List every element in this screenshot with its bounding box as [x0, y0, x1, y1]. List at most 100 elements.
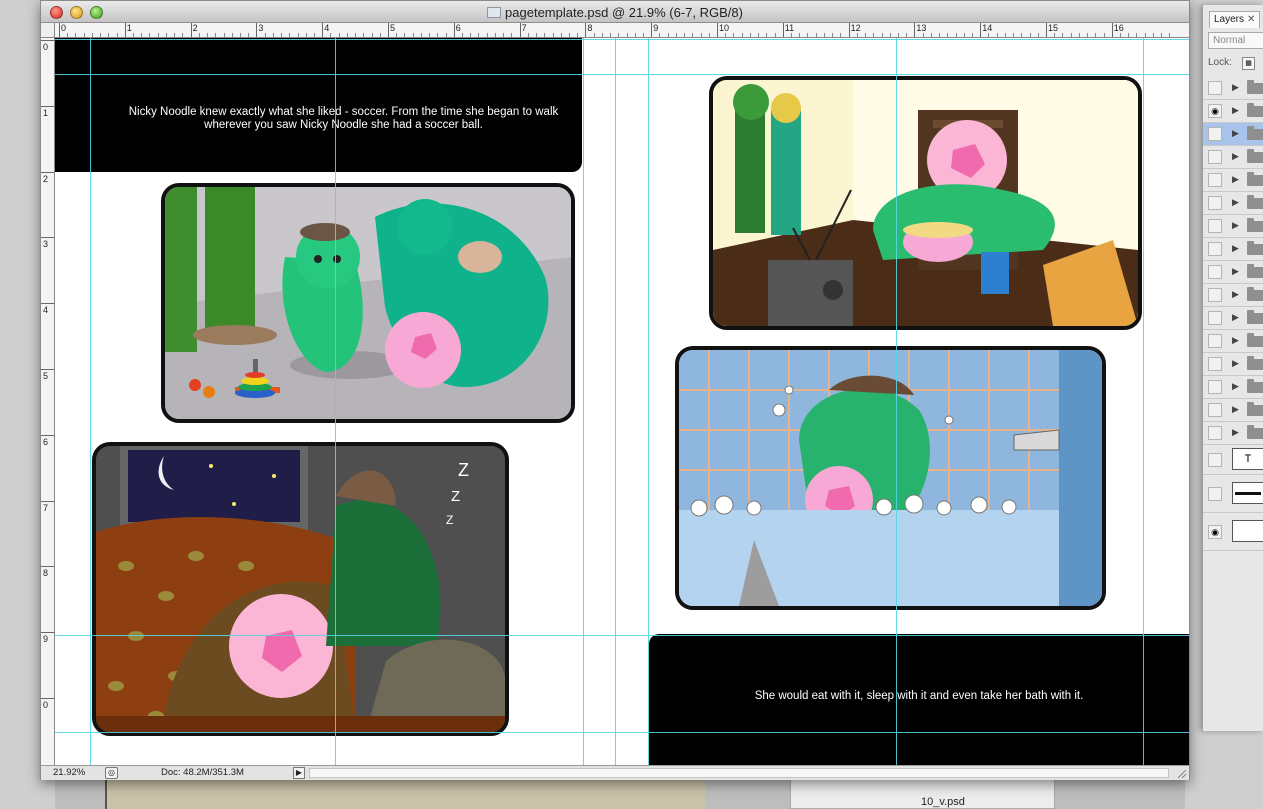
eye-icon[interactable]: ◉: [1208, 525, 1222, 539]
visibility-toggle[interactable]: [1208, 265, 1222, 279]
layer-group-row[interactable]: ▶: [1203, 399, 1263, 422]
disclosure-triangle-icon[interactable]: ▶: [1232, 243, 1239, 254]
visibility-toggle[interactable]: [1208, 487, 1222, 501]
disclosure-triangle-icon[interactable]: ▶: [1232, 358, 1239, 369]
guide-line[interactable]: [55, 74, 1189, 75]
guide-line[interactable]: [1143, 38, 1144, 765]
visibility-toggle[interactable]: [1208, 127, 1222, 141]
layer-group-row[interactable]: ▶: [1203, 376, 1263, 399]
layer-group-row[interactable]: ▶: [1203, 238, 1263, 261]
ruler-label: 3: [258, 23, 264, 33]
disclosure-triangle-icon[interactable]: ▶: [1232, 220, 1239, 231]
vertical-ruler[interactable]: 0 1 2 3 4 5 6 7 8 9 0: [41, 38, 55, 765]
visibility-toggle[interactable]: [1208, 334, 1222, 348]
layer-group-row[interactable]: ◉ ▶: [1203, 100, 1263, 123]
status-options-icon[interactable]: ◎: [105, 767, 118, 779]
visibility-toggle[interactable]: [1208, 242, 1222, 256]
ruler-minor-tick: [675, 33, 677, 37]
close-tab-icon[interactable]: ✕: [1247, 14, 1255, 25]
background-layer-thumbnail: [1232, 520, 1263, 542]
bath-panel[interactable]: [675, 346, 1106, 610]
ruler-minor-tick: [215, 33, 217, 37]
guide-line[interactable]: [615, 38, 616, 765]
visibility-toggle[interactable]: [1208, 426, 1222, 440]
guide-line[interactable]: [55, 39, 1189, 40]
ruler-minor-tick: [741, 33, 743, 37]
guide-line[interactable]: [896, 38, 897, 765]
sleeping-panel[interactable]: Z Z Z: [92, 442, 509, 736]
visibility-toggle[interactable]: [1208, 453, 1222, 467]
folder-icon: [1247, 126, 1263, 140]
visibility-toggle[interactable]: [1208, 81, 1222, 95]
disclosure-triangle-icon[interactable]: ▶: [1232, 197, 1239, 208]
disclosure-triangle-icon[interactable]: ▶: [1232, 381, 1239, 392]
playroom-panel[interactable]: [161, 183, 575, 423]
guide-line[interactable]: [55, 635, 1189, 636]
layer-group-row[interactable]: ▶: [1203, 330, 1263, 353]
layer-group-row-selected[interactable]: ▶: [1203, 123, 1263, 146]
disclosure-triangle-icon[interactable]: ▶: [1232, 151, 1239, 162]
ruler-minor-tick: [363, 33, 365, 37]
layer-group-row[interactable]: ▶: [1203, 261, 1263, 284]
visibility-toggle[interactable]: [1208, 357, 1222, 371]
guide-line[interactable]: [335, 38, 336, 765]
disclosure-triangle-icon[interactable]: ▶: [1232, 82, 1239, 93]
layer-group-row[interactable]: ▶: [1203, 192, 1263, 215]
eye-icon[interactable]: ◉: [1208, 104, 1222, 118]
guide-line[interactable]: [55, 732, 1189, 733]
disclosure-triangle-icon[interactable]: ▶: [1232, 174, 1239, 185]
visibility-toggle[interactable]: [1208, 403, 1222, 417]
ruler-minor-tick: [330, 33, 332, 37]
window-resize-icon[interactable]: [1176, 768, 1187, 779]
horizontal-scrollbar[interactable]: [309, 768, 1169, 778]
guide-line[interactable]: [648, 38, 649, 765]
text-layer-row[interactable]: T: [1203, 445, 1263, 475]
tab-layers[interactable]: Layers ✕: [1209, 11, 1261, 28]
disclosure-triangle-icon[interactable]: ▶: [1232, 427, 1239, 438]
layer-group-row[interactable]: ▶: [1203, 77, 1263, 100]
horizontal-ruler[interactable]: 0 1 2 3 4 5 6 7 8 9 10 11 12 13 14 15 16: [55, 23, 1189, 38]
layer-group-row[interactable]: ▶: [1203, 284, 1263, 307]
layer-group-row[interactable]: ▶: [1203, 215, 1263, 238]
layer-group-row[interactable]: ▶: [1203, 146, 1263, 169]
ruler-origin[interactable]: [41, 23, 55, 38]
ruler-minor-tick: [906, 33, 908, 37]
disclosure-triangle-icon[interactable]: ▶: [1232, 105, 1239, 116]
breakfast-panel[interactable]: [709, 76, 1142, 330]
layer-group-row[interactable]: ▶: [1203, 422, 1263, 445]
title-bar[interactable]: pagetemplate.psd @ 21.9% (6-7, RGB/8): [41, 1, 1189, 23]
caption-top-text: Nicky Noodle knew exactly what she liked…: [128, 106, 559, 131]
disclosure-triangle-icon[interactable]: ▶: [1232, 266, 1239, 277]
background-file-window[interactable]: 10_v.psd: [790, 778, 1055, 809]
visibility-toggle[interactable]: [1208, 288, 1222, 302]
visibility-toggle[interactable]: [1208, 380, 1222, 394]
folder-icon: [1247, 218, 1263, 232]
disclosure-triangle-icon[interactable]: ▶: [1232, 404, 1239, 415]
ruler-major-tick: [585, 23, 587, 37]
visibility-toggle[interactable]: [1208, 219, 1222, 233]
visibility-toggle[interactable]: [1208, 150, 1222, 164]
shape-layer-row[interactable]: [1203, 475, 1263, 513]
visibility-toggle[interactable]: [1208, 173, 1222, 187]
layer-group-row[interactable]: ▶: [1203, 307, 1263, 330]
document-canvas[interactable]: Nicky Noodle knew exactly what she liked…: [55, 38, 1189, 765]
disclosure-triangle-icon[interactable]: ▶: [1232, 289, 1239, 300]
layer-group-row[interactable]: ▶: [1203, 353, 1263, 376]
visibility-toggle[interactable]: [1208, 196, 1222, 210]
disclosure-triangle-icon[interactable]: ▶: [1232, 312, 1239, 323]
background-file-label: 10_v.psd: [921, 796, 965, 808]
disclosure-triangle-icon[interactable]: ▶: [1232, 335, 1239, 346]
zoom-level-field[interactable]: 21.92%: [45, 767, 93, 780]
guide-line[interactable]: [90, 38, 91, 765]
guide-line[interactable]: [583, 38, 584, 765]
status-menu-arrow-icon[interactable]: ▶: [293, 767, 305, 779]
disclosure-triangle-icon[interactable]: ▶: [1232, 128, 1239, 139]
visibility-toggle[interactable]: [1208, 311, 1222, 325]
folder-icon: [1247, 425, 1263, 439]
background-layer-row[interactable]: ◉: [1203, 513, 1263, 551]
layer-group-row[interactable]: ▶: [1203, 169, 1263, 192]
ruler-minor-tick: [470, 33, 472, 37]
blend-mode-select[interactable]: Normal: [1208, 32, 1263, 49]
ruler-major-tick: [41, 566, 54, 568]
lock-transparency-icon[interactable]: ▦: [1242, 57, 1255, 70]
